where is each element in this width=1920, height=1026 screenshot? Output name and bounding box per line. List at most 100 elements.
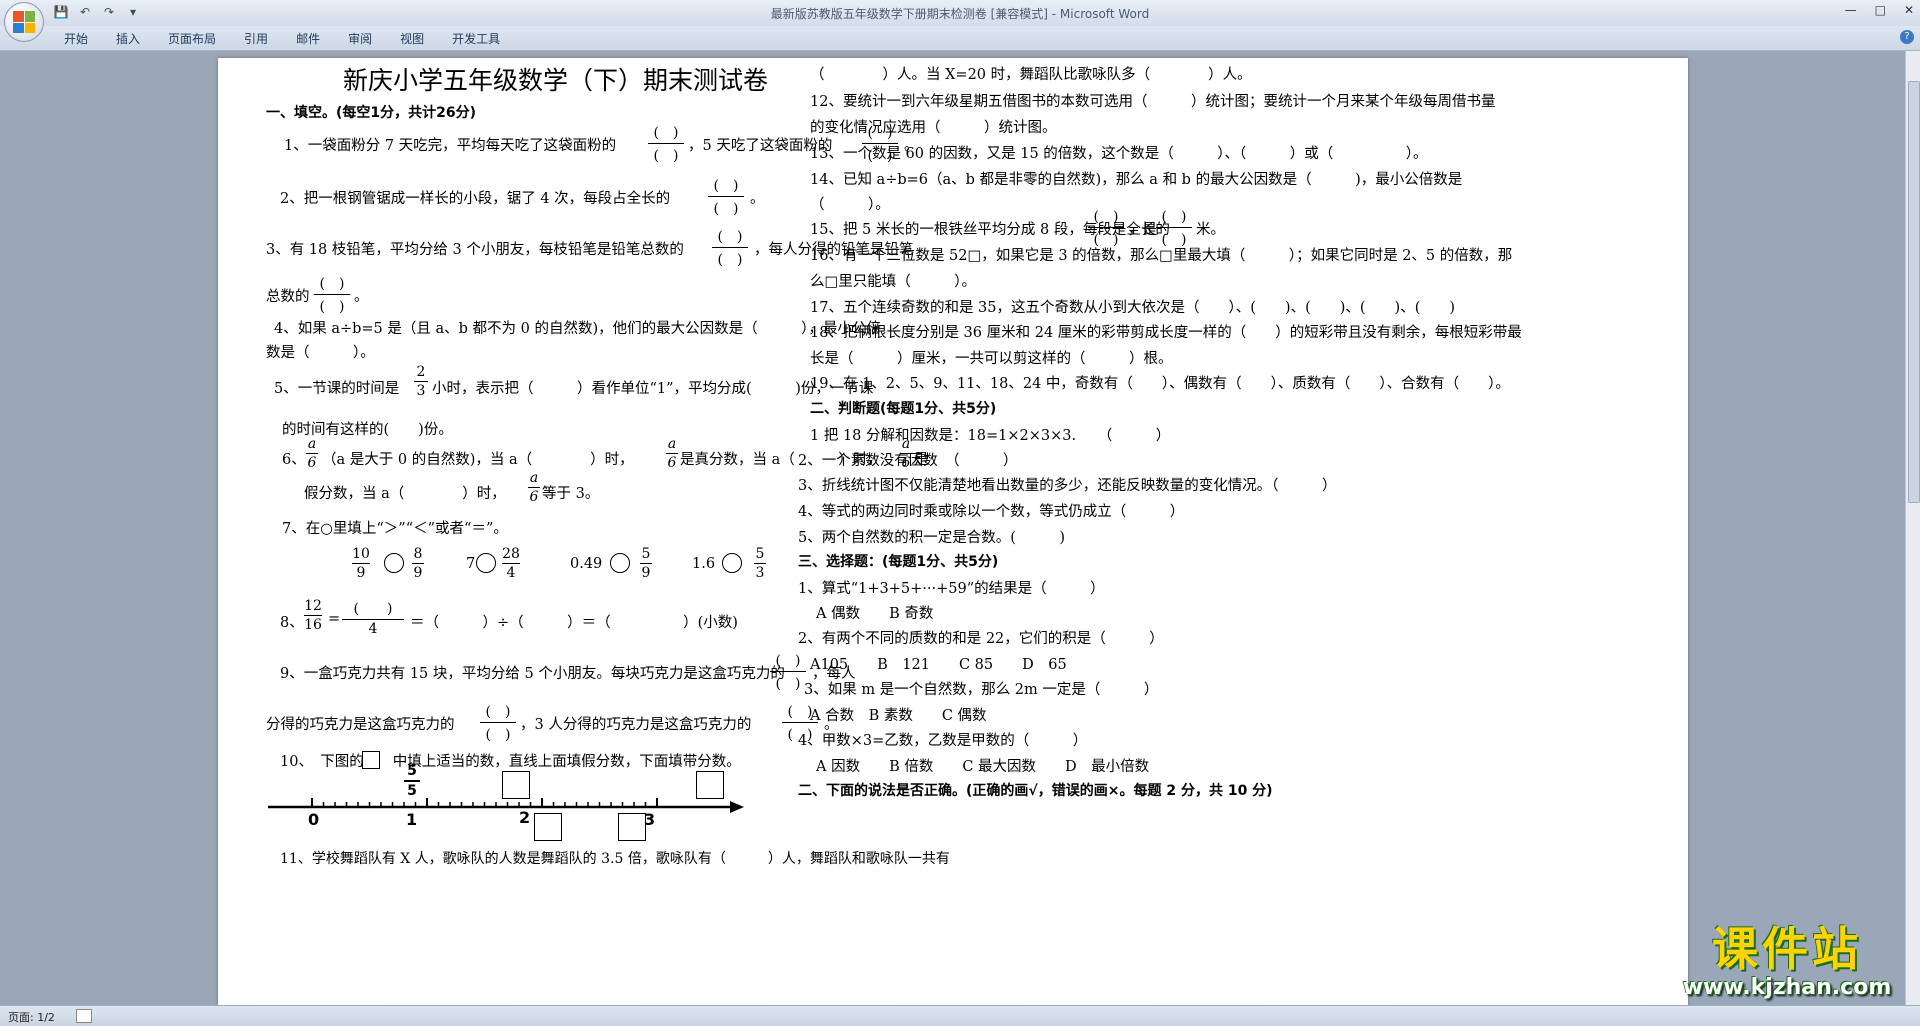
question-15c: 米。 xyxy=(1196,222,1225,238)
q7-fraction: 53 xyxy=(754,546,766,581)
tab-references[interactable]: 引用 xyxy=(230,30,282,47)
question-18a: 18、把俩根长度分别是 36 厘米和 24 厘米的彩带剪成长度一样的（ ）的短彩… xyxy=(810,325,1522,341)
tab-view[interactable]: 视图 xyxy=(386,30,438,47)
doc-title: 新庆小学五年级数学（下）期末测试卷 xyxy=(343,66,769,95)
blank-fraction[interactable]: ( ) 4 xyxy=(342,598,404,637)
choice-3-options: A 合数 B 素数 C 偶数 xyxy=(810,708,987,724)
q7-number: 1.6 xyxy=(692,556,716,572)
minimize-icon[interactable]: — xyxy=(1845,3,1857,17)
question-19: 19、在 1、2、5、9、11、18、24 中，奇数有（ ）、偶数有（ ）、质数… xyxy=(810,376,1510,392)
choice-1-options: A 偶数 B 奇数 xyxy=(816,606,934,622)
question-8c: ＝（ ）÷（ ）＝（ ）(小数) xyxy=(410,615,738,631)
blank-fraction[interactable]: ( )( ) xyxy=(770,650,806,693)
question-9c: 分得的巧克力是这盒巧克力的 xyxy=(266,717,455,733)
blank-fraction[interactable]: ( )( ) xyxy=(1156,206,1192,249)
question-12b: 的变化情况应选用（ ）统计图。 xyxy=(810,120,1057,136)
watermark-url: www.kjzhan.com xyxy=(1682,975,1892,1000)
question-11: 11、学校舞蹈队有 X 人，歌咏队的人数是舞蹈队的 3.5 倍，歌咏队有（ ）人… xyxy=(280,851,950,867)
choice-4: 4、甲数×3=乙数，乙数是甲数的（ ） xyxy=(798,733,1088,749)
compare-circle[interactable] xyxy=(722,553,742,573)
page-count[interactable]: 页面: 1/2 xyxy=(8,1009,55,1025)
question-6e: 假分数，当 a（ ）时， xyxy=(304,486,506,502)
office-button[interactable] xyxy=(4,2,44,42)
q7-number: 7 xyxy=(466,556,476,572)
vertical-scrollbar[interactable] xyxy=(1905,51,1920,1005)
choice-1: 1、算式“1+3+5+···+59”的结果是（ ） xyxy=(798,581,1105,597)
ribbon-tab-bar: 开始 插入 页面布局 引用 邮件 审阅 视图 开发工具 ? xyxy=(0,26,1920,51)
question-3c: 总数的 xyxy=(266,289,310,305)
document-workspace: 新庆小学五年级数学（下）期末测试卷 一、填空。(每空1分，共计26分) 1、一袋… xyxy=(0,51,1906,1005)
choice-3: 3、如果 m 是一个自然数，那么 2m 一定是（ ） xyxy=(804,682,1159,698)
choice-2: 2、有两个不同的质数的和是 22，它们的积是（ ） xyxy=(798,631,1164,647)
question-11-cont: （ ）人。当 X=20 时，舞蹈队比歌咏队多（ ）人。 xyxy=(810,67,1252,83)
help-icon[interactable]: ? xyxy=(1900,30,1914,44)
question-6a: 6、 xyxy=(282,452,306,468)
judge-1: 1 把 18 分解和因数是：18=1×2×3×3. （ ） xyxy=(810,428,1171,444)
question-15b: ，是 xyxy=(1128,222,1157,238)
question-4a: 4、如果 a÷b=5 是（且 a、b 都不为 0 的自然数)，他们的最大公因数是… xyxy=(274,321,881,337)
blank-fraction[interactable]: ( )( ) xyxy=(480,701,516,744)
number-line-ticks xyxy=(311,798,658,807)
question-12a: 12、要统计一到六年级星期五借图书的本数可选用（ ）统计图；要统计一个月来某个年… xyxy=(810,94,1496,110)
fraction-a-6: a6 xyxy=(306,436,318,471)
question-9a: 9、一盒巧克力共有 15 块，平均分给 5 个小朋友。每块巧克力是这盒巧克力的 xyxy=(280,666,785,682)
question-4b: 数是（ ）。 xyxy=(266,345,375,361)
blank-fraction[interactable]: ( )( ) xyxy=(708,175,744,218)
compare-circle[interactable] xyxy=(476,553,496,573)
judge-5: 5、两个自然数的积一定是合数。( ) xyxy=(798,530,1066,546)
judge-4: 4、等式的两边同时乘或除以一个数，等式仍成立（ ） xyxy=(798,504,1185,520)
choice-2-options: A105 B 121 C 85 D 65 xyxy=(810,657,1067,673)
tab-review[interactable]: 审阅 xyxy=(334,30,386,47)
judge-2: 2、一个素数没有因数 （ ） xyxy=(798,453,1018,469)
fraction-12-16: 12 16 xyxy=(304,598,322,633)
section-3-heading: 三、选择题：(每题1分、共5分) xyxy=(798,554,999,570)
question-6b: （a 是大于 0 的自然数)，当 a（ ）时， xyxy=(322,452,634,468)
window-controls: — □ ✕ xyxy=(1845,3,1914,17)
q7-number: 0.49 xyxy=(570,556,603,572)
blank-fraction[interactable]: ( )( ) xyxy=(712,226,748,269)
question-14a: 14、已知 a÷b=6（a、b 都是非零的自然数)，那么 a 和 b 的最大公因… xyxy=(810,172,1463,188)
q7-fraction: 28 4 xyxy=(502,546,520,581)
question-8a: 8、 xyxy=(280,615,304,631)
question-5a: 5、一节课的时间是 xyxy=(274,381,400,397)
q7-fraction: 89 xyxy=(412,546,424,581)
choice-4-options: A 因数 B 倍数 C 最大因数 D 最小倍数 xyxy=(816,759,1150,775)
section-1-heading: 一、填空。(每空1分，共计26分) xyxy=(266,105,477,121)
title-bar: 💾 ↶ ↷ ▾ 最新版苏教版五年级数学下册期末检测卷 [兼容模式] - Micr… xyxy=(0,0,1920,27)
question-1a: 1、一袋面粉分 7 天吃完，平均每天吃了这袋面粉的 xyxy=(284,138,617,154)
q7-fraction: 59 xyxy=(640,546,652,581)
question-16b: 么□里只能填（ ）。 xyxy=(810,274,976,290)
fraction-a-6: a6 xyxy=(528,470,540,505)
question-5b: 小时，表示把（ ）看作单位“1”，平均分成( )份，一节课 xyxy=(432,381,874,397)
question-3a: 3、有 18 枝铅笔，平均分给 3 个小朋友，每枝铅笔是铅笔总数的 xyxy=(266,242,684,258)
tab-page-layout[interactable]: 页面布局 xyxy=(154,30,230,47)
watermark-title: 课件站 xyxy=(1712,922,1862,976)
blank-fraction[interactable]: ( )( ) xyxy=(314,273,350,316)
watermark-logo: 课件站 www.kjzhan.com xyxy=(1668,923,1906,1005)
scrollbar-thumb[interactable] xyxy=(1908,81,1920,503)
compare-circle[interactable] xyxy=(610,553,630,573)
spelling-check-icon[interactable] xyxy=(76,1009,92,1023)
section-4-heading: 二、下面的说法是否正确。(正确的画√，错误的画×。每题 2 分，共 10 分) xyxy=(798,783,1273,799)
fraction-a-6: a6 xyxy=(666,436,678,471)
tab-developer[interactable]: 开发工具 xyxy=(438,30,514,47)
question-7: 7、在○里填上“＞”“＜”或者“＝”。 xyxy=(282,521,508,537)
status-bar: 页面: 1/2 xyxy=(0,1005,1920,1026)
question-9d: ，3 人分得的巧克力是这盒巧克力的 xyxy=(520,717,752,733)
section-2-heading: 二、判断题(每题1分、共5分) xyxy=(810,401,997,417)
blank-fraction[interactable]: ( )( ) xyxy=(1088,206,1124,249)
blank-fraction[interactable]: ( )( ) xyxy=(648,122,684,165)
question-16a: 16、有一个三位数是 52□，如果它是 3 的倍数，那么□里最大填（ ）；如果它… xyxy=(810,248,1513,264)
question-13: 13、一个数是 60 的因数，又是 15 的倍数，这个数是（ ）、（ ）或（ ）… xyxy=(810,146,1428,162)
window-title: 最新版苏教版五年级数学下册期末检测卷 [兼容模式] - Microsoft Wo… xyxy=(770,7,1150,21)
question-17: 17、五个连续奇数的和是 35，这五个奇数从小到大依次是（ ）、( )、( )、… xyxy=(810,300,1456,316)
tab-insert[interactable]: 插入 xyxy=(102,30,154,47)
close-icon[interactable]: ✕ xyxy=(1904,3,1914,17)
tab-mailings[interactable]: 邮件 xyxy=(282,30,334,47)
judge-3: 3、折线统计图不仅能清楚地看出数量的多少，还能反映数量的变化情况。（ ） xyxy=(798,478,1337,494)
question-14b: （ ）。 xyxy=(810,197,890,213)
compare-circle[interactable] xyxy=(384,553,404,573)
tab-home[interactable]: 开始 xyxy=(50,30,102,47)
document-page[interactable]: 新庆小学五年级数学（下）期末测试卷 一、填空。(每空1分，共计26分) 1、一袋… xyxy=(218,58,1688,1005)
maximize-icon[interactable]: □ xyxy=(1875,3,1886,17)
